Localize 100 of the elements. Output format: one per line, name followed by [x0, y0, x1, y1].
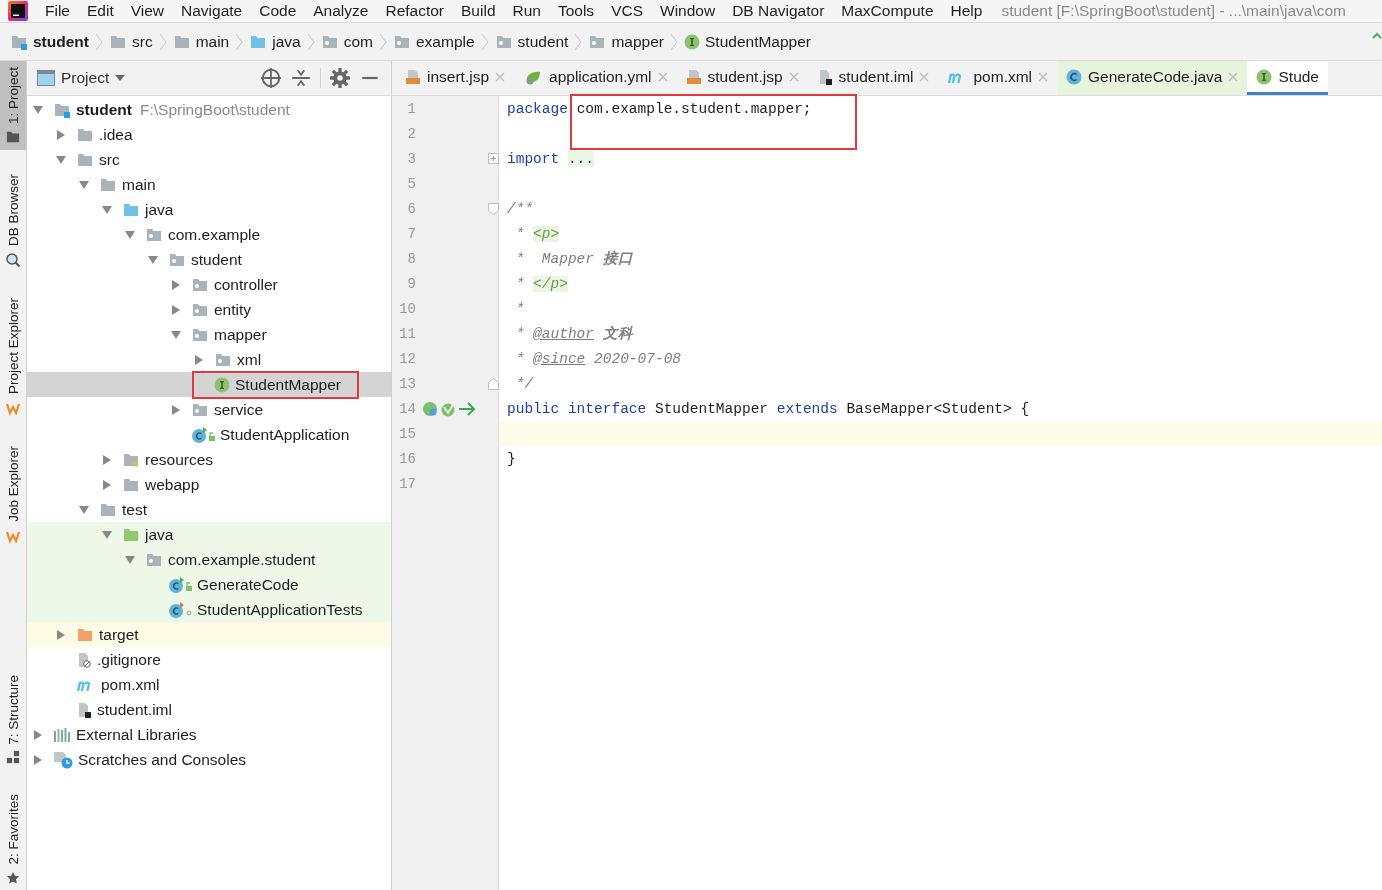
tree-row[interactable]: target	[27, 622, 391, 647]
tree-row[interactable]: com.example.student	[27, 547, 391, 572]
expand-arrow-icon[interactable]	[171, 304, 181, 315]
editor-tab[interactable]: student.iml	[807, 61, 939, 95]
collapse-arrow-icon[interactable]	[79, 179, 89, 190]
menu-item[interactable]: Help	[950, 2, 983, 20]
tree-row[interactable]: student	[27, 247, 391, 272]
menu-item[interactable]: Navigate	[181, 2, 243, 20]
tree-row[interactable]: GenerateCode	[27, 572, 391, 597]
editor-tab[interactable]: Stude	[1247, 61, 1328, 95]
tree-row[interactable]: webapp	[27, 472, 391, 497]
folder-icon	[76, 626, 94, 643]
menu-item[interactable]: View	[130, 2, 165, 20]
menu-item[interactable]: Refactor	[385, 2, 445, 20]
editor-tab[interactable]: insert.jsp	[396, 61, 515, 95]
expand-arrow-icon[interactable]	[56, 129, 66, 140]
tree-row[interactable]: entity	[27, 297, 391, 322]
collapse-arrow-icon[interactable]	[171, 329, 181, 340]
tree-row[interactable]: .gitignore	[27, 647, 391, 672]
tree-item-label: src	[99, 150, 120, 169]
line-number: 12	[398, 350, 416, 367]
collapse-arrow-icon[interactable]	[148, 254, 158, 265]
tree-row[interactable]: src	[27, 147, 391, 172]
expand-arrow-icon[interactable]	[33, 754, 43, 765]
dropdown-caret-icon[interactable]	[115, 75, 126, 81]
breadcrumb-item[interactable]: student	[33, 32, 89, 51]
tree-row[interactable]: java	[27, 522, 391, 547]
expand-arrow-icon[interactable]	[33, 729, 43, 740]
tree-row[interactable]: student F:\SpringBoot\student	[27, 97, 391, 122]
collapse-all-icon[interactable]	[290, 67, 312, 89]
tool-window-button[interactable]: 1: Project	[0, 61, 26, 151]
breadcrumb-item[interactable]: StudentMapper	[705, 32, 811, 51]
collapse-arrow-icon[interactable]	[125, 554, 135, 565]
tool-window-button[interactable]: Project Explorer	[0, 292, 26, 423]
menu-item[interactable]: Analyze	[313, 2, 369, 20]
collapse-arrow-icon[interactable]	[56, 154, 66, 165]
collapse-arrow-icon[interactable]	[102, 204, 112, 215]
fold-icon[interactable]	[488, 377, 499, 390]
tree-row[interactable]: StudentApplication	[27, 422, 391, 447]
tree-row[interactable]: StudentApplicationTests	[27, 597, 391, 622]
expand-arrow-icon[interactable]	[102, 454, 112, 465]
editor-tab[interactable]: pom.xml	[938, 61, 1058, 95]
expand-arrow-icon[interactable]	[56, 629, 66, 640]
collapse-arrow-icon[interactable]	[102, 529, 112, 540]
tool-window-button[interactable]: Job Explorer	[0, 440, 26, 550]
implemented-icon[interactable]	[422, 400, 438, 417]
tree-row[interactable]: student.iml	[27, 697, 391, 722]
tool-window-button[interactable]: 7: Structure	[0, 668, 26, 771]
menu-item[interactable]: Window	[660, 2, 716, 20]
tree-row[interactable]: resources	[27, 447, 391, 472]
editor-tab[interactable]: GenerateCode.java	[1057, 61, 1248, 95]
menu-item[interactable]: VCS	[611, 2, 643, 20]
breadcrumb-item[interactable]: src	[131, 32, 153, 51]
menu-item[interactable]: MaxCompute	[841, 2, 934, 20]
expand-arrow-icon[interactable]	[194, 354, 204, 365]
expand-arrow-icon[interactable]	[171, 279, 181, 290]
tree-row[interactable]: com.example	[27, 222, 391, 247]
tree-row[interactable]: External Libraries	[27, 722, 391, 747]
tree-row[interactable]: main	[27, 172, 391, 197]
breadcrumb-item[interactable]: java	[272, 32, 301, 51]
tree-row[interactable]: test	[27, 497, 391, 522]
tool-window-button[interactable]: DB Browser	[0, 168, 26, 275]
tree-row[interactable]: StudentMapper	[27, 372, 391, 397]
menu-item[interactable]: Edit	[87, 2, 114, 20]
line-number: 7	[406, 225, 416, 242]
tree-row[interactable]: pom.xml	[27, 672, 391, 697]
expand-arrow-icon[interactable]	[171, 404, 181, 415]
fold-icon[interactable]	[488, 202, 499, 215]
tree-row[interactable]: Scratches and Consoles	[27, 747, 391, 772]
tool-window-button[interactable]: 2: Favorites	[0, 788, 26, 890]
tree-row[interactable]: controller	[27, 272, 391, 297]
editor-tab[interactable]: application.yml	[514, 61, 677, 95]
breadcrumb-item[interactable]: example	[416, 32, 475, 51]
breadcrumb-item[interactable]: student	[517, 32, 569, 51]
structure-icon	[6, 750, 20, 765]
menu-item[interactable]: Run	[512, 2, 541, 20]
menu-item[interactable]: Code	[259, 2, 297, 20]
expand-fold-icon[interactable]	[488, 153, 499, 164]
expand-arrow-icon[interactable]	[102, 479, 112, 490]
menu-item[interactable]: Tools	[557, 2, 595, 20]
collapse-arrow-icon[interactable]	[79, 504, 89, 515]
breadcrumb-item[interactable]: main	[195, 32, 230, 51]
collapse-arrow-icon[interactable]	[33, 104, 43, 115]
menu-item[interactable]: Build	[461, 2, 496, 20]
locate-icon[interactable]	[260, 67, 282, 89]
folder-icon	[122, 476, 140, 493]
editor-tab[interactable]: student.jsp	[676, 61, 808, 95]
tree-row[interactable]: xml	[27, 347, 391, 372]
menu-item[interactable]: File	[45, 2, 70, 20]
breadcrumb-item[interactable]: mapper	[611, 32, 664, 51]
tree-row[interactable]: mapper	[27, 322, 391, 347]
tree-row[interactable]: java	[27, 197, 391, 222]
panel-title[interactable]: Project	[61, 69, 110, 87]
tree-row[interactable]: .idea	[27, 122, 391, 147]
tree-row[interactable]: service	[27, 397, 391, 422]
menu-item[interactable]: DB Navigator	[732, 2, 825, 20]
right-arrow-icon[interactable]	[458, 400, 476, 417]
collapse-arrow-icon[interactable]	[125, 229, 135, 240]
settings-icon[interactable]	[329, 67, 351, 89]
breadcrumb-item[interactable]: com	[343, 32, 373, 51]
